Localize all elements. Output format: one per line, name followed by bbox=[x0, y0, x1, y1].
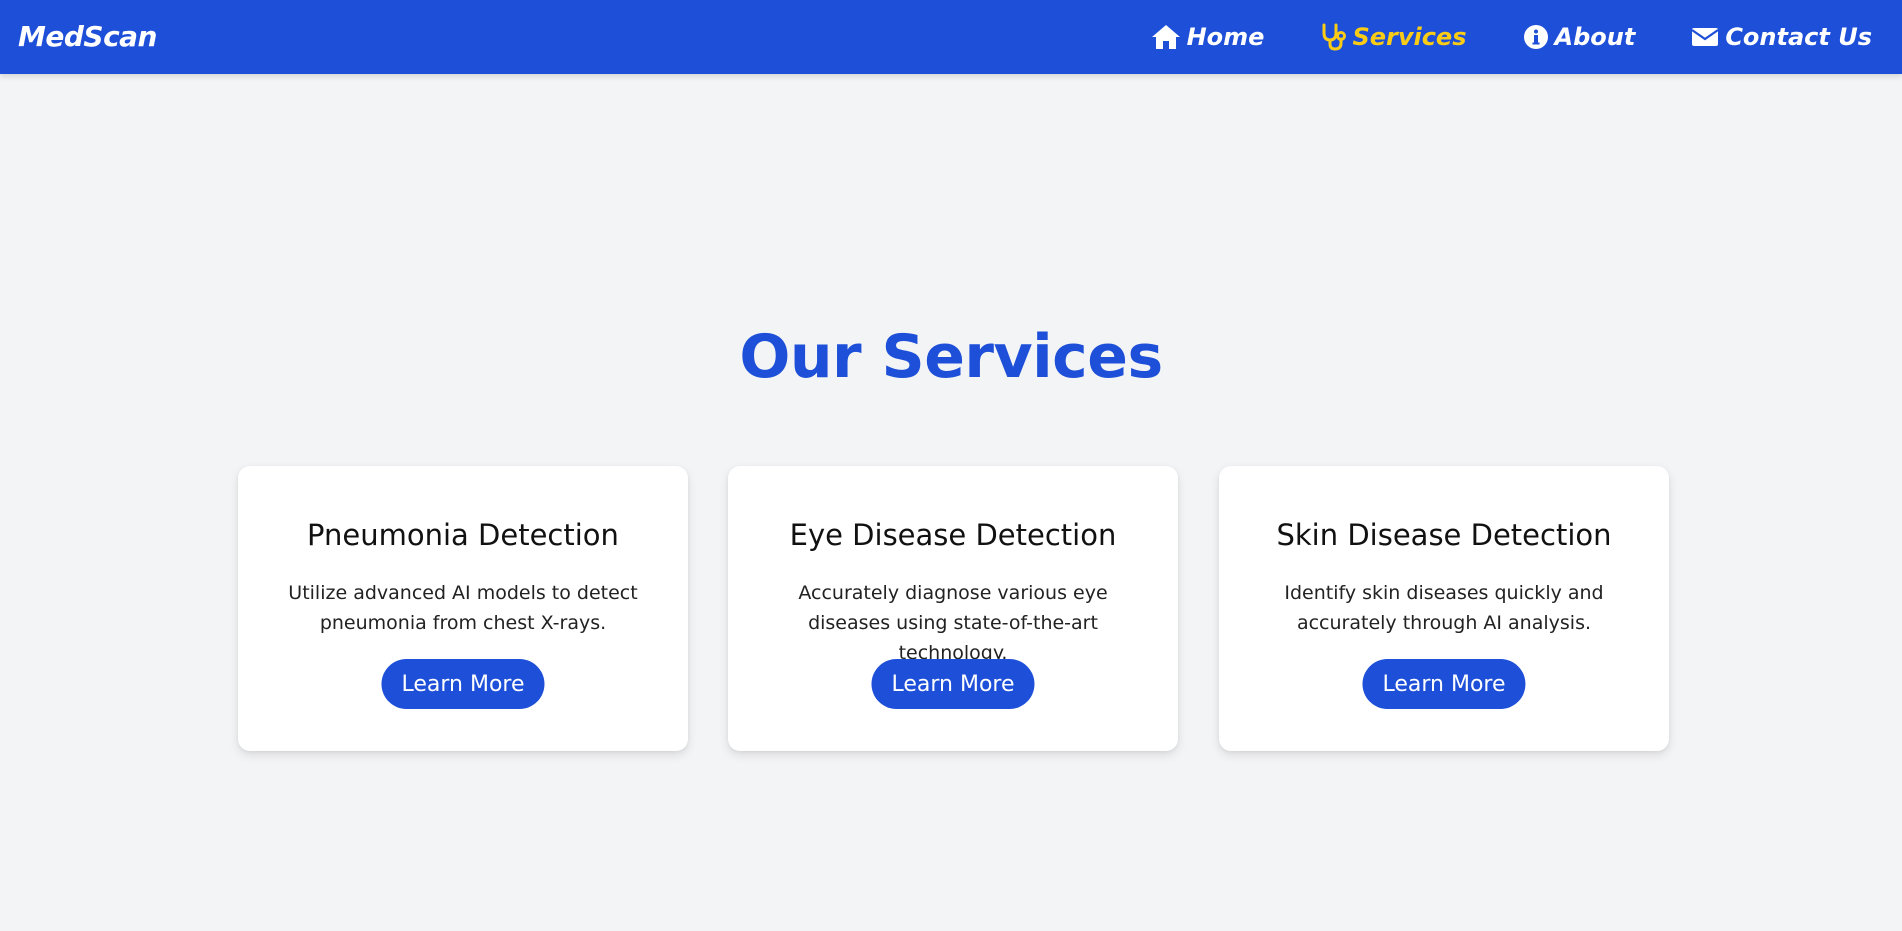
page-title: Our Services bbox=[739, 322, 1163, 392]
learn-more-button[interactable]: Learn More bbox=[871, 659, 1035, 709]
card-title: Pneumonia Detection bbox=[307, 518, 619, 552]
service-card-eye: Eye Disease Detection Accurately diagnos… bbox=[728, 466, 1178, 751]
navbar: MedScan Home Services About Contact Us bbox=[0, 0, 1902, 74]
nav-about-link[interactable]: About bbox=[1523, 20, 1636, 54]
nav-home-label: Home bbox=[1186, 23, 1265, 51]
home-icon bbox=[1151, 24, 1181, 50]
card-description: Utilize advanced AI models to detect pne… bbox=[288, 582, 638, 634]
envelope-icon bbox=[1691, 26, 1719, 48]
info-icon bbox=[1523, 24, 1549, 50]
nav-links: Home Services About Contact Us bbox=[1151, 20, 1872, 54]
card-description: Accurately diagnose various eye diseases… bbox=[798, 582, 1108, 664]
card-title: Eye Disease Detection bbox=[789, 518, 1117, 552]
learn-more-button[interactable]: Learn More bbox=[1362, 659, 1526, 709]
nav-contact-link[interactable]: Contact Us bbox=[1691, 20, 1872, 54]
nav-about-label: About bbox=[1554, 23, 1636, 51]
card-title: Skin Disease Detection bbox=[1276, 518, 1612, 552]
nav-contact-label: Contact Us bbox=[1725, 23, 1872, 51]
service-card-pneumonia: Pneumonia Detection Utilize advanced AI … bbox=[238, 466, 688, 751]
nav-services-label: Services bbox=[1352, 23, 1467, 51]
learn-more-button[interactable]: Learn More bbox=[381, 659, 545, 709]
service-card-skin: Skin Disease Detection Identify skin dis… bbox=[1219, 466, 1669, 751]
stethoscope-icon bbox=[1320, 23, 1347, 51]
nav-services-link[interactable]: Services bbox=[1320, 20, 1467, 54]
card-description: Identify skin diseases quickly and accur… bbox=[1284, 582, 1604, 634]
brand-logo[interactable]: MedScan bbox=[18, 20, 158, 53]
nav-home-link[interactable]: Home bbox=[1151, 20, 1265, 54]
